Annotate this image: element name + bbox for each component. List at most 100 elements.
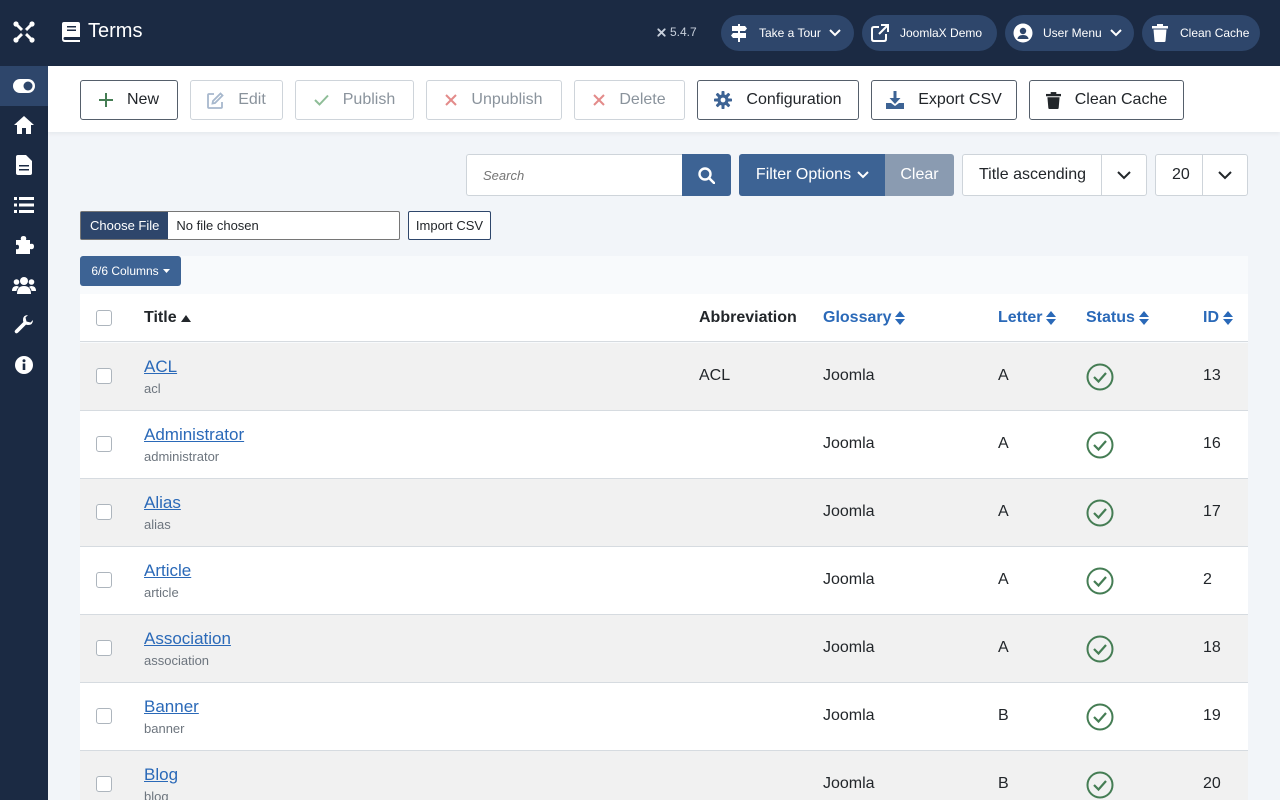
info-icon[interactable] — [0, 345, 48, 385]
times-icon — [593, 94, 606, 106]
row-checkbox[interactable] — [96, 640, 112, 656]
row-checkbox[interactable] — [96, 776, 112, 792]
wrench-icon[interactable] — [0, 305, 48, 345]
user-menu-button[interactable]: User Menu — [1005, 15, 1134, 51]
times-icon — [445, 94, 458, 106]
delete-button[interactable]: Delete — [574, 80, 685, 120]
column-letter-header[interactable]: Letter — [998, 294, 1057, 342]
search-group — [466, 154, 731, 196]
download-icon — [886, 91, 905, 109]
sort-icon — [1138, 311, 1149, 325]
book-icon — [62, 21, 80, 42]
delete-label: Delete — [619, 91, 666, 108]
chevron-down-icon — [857, 171, 869, 179]
column-status-header[interactable]: Status — [1086, 294, 1149, 342]
term-title-link[interactable]: Administrator — [144, 425, 244, 445]
term-glossary: Joomla — [823, 503, 875, 520]
version-text: 5.4.7 — [670, 25, 697, 39]
choose-file-button[interactable]: Choose File — [81, 212, 169, 239]
new-button[interactable]: New — [80, 80, 178, 120]
table-row: Article article Joomla A 2 — [80, 547, 1248, 615]
trash-icon — [1045, 91, 1061, 109]
list-icon[interactable] — [0, 185, 48, 225]
configuration-label: Configuration — [746, 91, 842, 108]
edit-button[interactable]: Edit — [190, 80, 283, 120]
term-glossary: Joomla — [823, 571, 875, 588]
term-alias: article — [144, 585, 179, 600]
clear-button[interactable]: Clear — [885, 154, 954, 196]
row-checkbox[interactable] — [96, 436, 112, 452]
file-input[interactable]: Choose File No file chosen — [80, 211, 400, 240]
limit-value: 20 — [1172, 166, 1190, 183]
term-id: 2 — [1203, 571, 1212, 588]
user-menu-label: User Menu — [1043, 26, 1102, 40]
take-a-tour-button[interactable]: Take a Tour — [721, 15, 854, 51]
file-icon[interactable] — [0, 145, 48, 185]
term-id: 13 — [1203, 367, 1221, 384]
published-check-icon[interactable] — [1086, 363, 1114, 391]
chevron-down-icon — [1202, 155, 1247, 195]
sort-icon — [1223, 311, 1233, 325]
published-check-icon[interactable] — [1086, 771, 1114, 799]
column-title-header[interactable]: Title — [144, 294, 191, 342]
term-id: 17 — [1203, 503, 1221, 520]
sidebar — [0, 0, 48, 800]
header: Terms 5.4.7 Take a Tour JoomlaX Demo Use… — [48, 0, 1280, 66]
row-checkbox[interactable] — [96, 504, 112, 520]
clear-label: Clear — [900, 166, 939, 183]
row-checkbox[interactable] — [96, 572, 112, 588]
trash-icon — [1148, 21, 1172, 45]
published-check-icon[interactable] — [1086, 635, 1114, 663]
column-letter-label: Letter — [998, 309, 1043, 326]
term-title-link[interactable]: ACL — [144, 357, 177, 377]
column-status-label: Status — [1086, 309, 1135, 326]
configuration-button[interactable]: Configuration — [697, 80, 859, 120]
columns-toggle-button[interactable]: 6/6 Columns — [80, 256, 181, 286]
clean-cache-button[interactable]: Clean Cache — [1029, 80, 1184, 120]
publish-button[interactable]: Publish — [295, 80, 414, 120]
term-title-link[interactable]: Association — [144, 629, 231, 649]
limit-select[interactable]: 20 — [1155, 154, 1248, 196]
published-check-icon[interactable] — [1086, 567, 1114, 595]
header-clean-cache-button[interactable]: Clean Cache — [1142, 15, 1260, 51]
term-title-link[interactable]: Article — [144, 561, 191, 581]
check-icon — [314, 94, 329, 106]
published-check-icon[interactable] — [1086, 431, 1114, 459]
term-letter: A — [998, 639, 1009, 656]
term-abbreviation: ACL — [699, 367, 731, 384]
filter-options-button[interactable]: Filter Options — [739, 154, 886, 196]
joomlax-demo-button[interactable]: JoomlaX Demo — [862, 15, 997, 51]
table-row: Alias alias Joomla A 17 — [80, 479, 1248, 547]
toolbar: New Edit Publish Unpublish Delete Config… — [48, 66, 1280, 132]
search-input[interactable] — [466, 154, 682, 196]
row-checkbox[interactable] — [96, 368, 112, 384]
row-checkbox[interactable] — [96, 708, 112, 724]
term-alias: blog — [144, 789, 169, 800]
export-csv-button[interactable]: Export CSV — [871, 80, 1017, 120]
page-title: Terms — [62, 20, 142, 43]
select-all-checkbox[interactable] — [96, 310, 112, 326]
version-label: 5.4.7 — [656, 25, 697, 39]
term-title-link[interactable]: Banner — [144, 697, 199, 717]
term-letter: A — [998, 367, 1009, 384]
term-title-link[interactable]: Blog — [144, 765, 178, 785]
terms-table: 6/6 Columns Title Abbreviation Glossary … — [80, 256, 1248, 800]
import-csv-button[interactable]: Import CSV — [408, 211, 491, 240]
search-button[interactable] — [682, 154, 731, 196]
column-glossary-header[interactable]: Glossary — [823, 294, 906, 342]
term-id: 20 — [1203, 775, 1221, 792]
users-icon[interactable] — [0, 265, 48, 305]
published-check-icon[interactable] — [1086, 703, 1114, 731]
published-check-icon[interactable] — [1086, 499, 1114, 527]
unpublish-button[interactable]: Unpublish — [426, 80, 562, 120]
term-title-link[interactable]: Alias — [144, 493, 181, 513]
ordering-select[interactable]: Title ascending — [962, 154, 1147, 196]
toggle-menu-icon[interactable] — [0, 66, 48, 106]
puzzle-icon[interactable] — [0, 225, 48, 265]
home-icon[interactable] — [0, 105, 48, 145]
term-letter: B — [998, 707, 1009, 724]
joomla-logo-icon[interactable] — [12, 20, 36, 44]
term-glossary: Joomla — [823, 435, 875, 452]
chevron-down-icon — [1101, 155, 1146, 195]
column-id-header[interactable]: ID — [1203, 294, 1233, 342]
